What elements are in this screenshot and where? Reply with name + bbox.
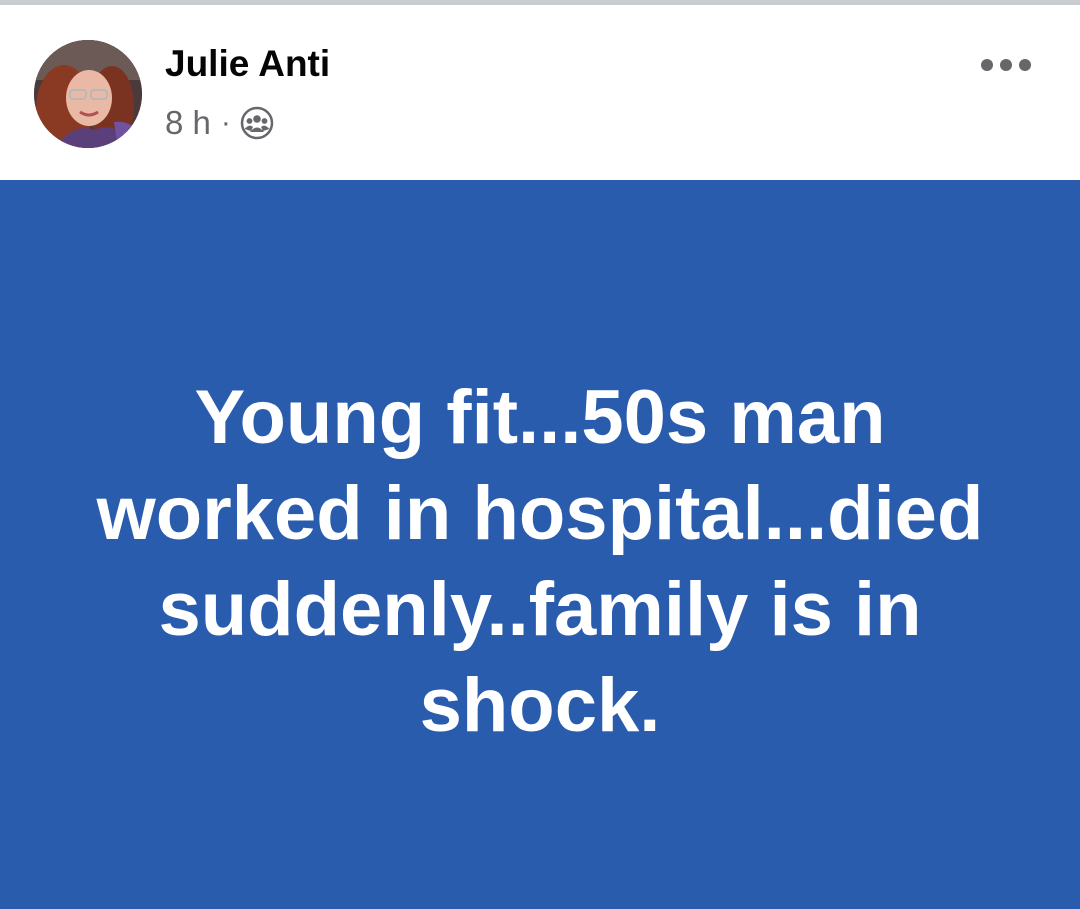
- post-text: Young fit...50s man worked in hospital..…: [60, 370, 1020, 754]
- more-options-icon: [981, 59, 1031, 71]
- post-timestamp[interactable]: 8 h: [165, 104, 211, 142]
- author-name[interactable]: Julie Anti: [165, 43, 330, 85]
- post-meta: 8 h ·: [165, 103, 275, 143]
- avatar-photo: [34, 40, 142, 148]
- post-text-line: Young fit...50s man: [194, 375, 886, 460]
- post-text-line: shock.: [419, 663, 661, 748]
- post-text-line: worked in hospital...died: [96, 471, 984, 556]
- friends-icon[interactable]: [239, 105, 275, 141]
- post-text-line: suddenly..family is in: [158, 567, 922, 652]
- more-options-button[interactable]: [976, 45, 1036, 85]
- author-avatar[interactable]: [34, 40, 142, 148]
- post-header: Julie Anti 8 h ·: [0, 5, 1080, 180]
- meta-separator: ·: [220, 106, 231, 139]
